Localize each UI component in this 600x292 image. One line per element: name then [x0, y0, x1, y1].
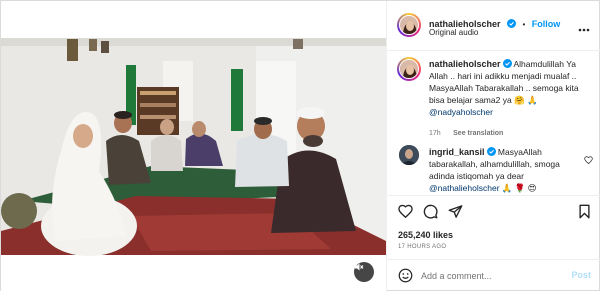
caption-meta: 17h See translation: [429, 122, 503, 140]
avatar-image: [399, 145, 419, 165]
header-separator: •: [522, 20, 526, 29]
video-frame: [1, 1, 386, 292]
comment-avatar[interactable]: [399, 145, 419, 165]
caption-emojis: 🤗 🙏: [514, 95, 538, 105]
likes-count[interactable]: 265,240 likes: [398, 230, 453, 240]
more-horizontal-icon: [578, 28, 590, 32]
verified-badge-icon: [502, 59, 512, 68]
comment-username[interactable]: ingrid_kansil: [429, 147, 485, 157]
follow-button[interactable]: Follow: [532, 19, 561, 29]
comment-emojis: 🙏 🌹 😍: [501, 183, 537, 193]
emoji-button[interactable]: [398, 268, 413, 288]
save-button[interactable]: [578, 204, 591, 224]
caption-avatar[interactable]: [399, 59, 419, 79]
caption-mention[interactable]: @nadyaholscher: [429, 107, 493, 117]
post-header: nathalieholscher • Follow Original audio: [387, 1, 600, 51]
verified-badge-icon: [506, 19, 516, 28]
heart-outline-icon: [584, 156, 593, 165]
more-options-button[interactable]: [578, 19, 590, 37]
like-button[interactable]: [398, 204, 413, 223]
bookmark-icon: [579, 204, 590, 219]
comment-input[interactable]: [421, 269, 566, 283]
post-side-panel: nathalieholscher • Follow Original audio: [386, 1, 600, 292]
caption-username[interactable]: nathalieholscher: [429, 59, 501, 69]
caption: nathalieholscher Alhamdulillah Ya Allah …: [429, 58, 593, 118]
instagram-post: nathalieholscher • Follow Original audio: [0, 0, 600, 292]
post-actions: 265,240 likes 17 HOURS AGO: [387, 195, 600, 259]
post-timestamp[interactable]: 17 HOURS AGO: [398, 244, 446, 250]
share-button[interactable]: [448, 204, 463, 224]
see-translation-button[interactable]: See translation: [453, 130, 503, 137]
paper-plane-icon: [448, 205, 463, 218]
comment-button[interactable]: [423, 204, 438, 224]
mute-button[interactable]: [354, 262, 374, 282]
heart-outline-icon: [398, 204, 413, 219]
caption-time[interactable]: 17h: [429, 130, 441, 137]
speaker-muted-icon: [355, 263, 364, 271]
post-video[interactable]: [1, 1, 386, 292]
smiley-icon: [398, 268, 413, 283]
verified-badge-icon: [486, 147, 496, 156]
post-button[interactable]: Post: [571, 270, 591, 280]
comment-bubble-icon: [423, 204, 438, 219]
comment: ingrid_kansil MasyaAllah tabarakallah, a…: [429, 146, 579, 194]
avatar[interactable]: [399, 15, 419, 35]
comment-mention[interactable]: @nathalieholscher: [429, 183, 500, 193]
audio-subtitle[interactable]: Original audio: [429, 28, 478, 37]
add-comment-bar: Post: [387, 259, 600, 292]
comment-like-button[interactable]: [584, 151, 593, 169]
comments-list: nathalieholscher Alhamdulillah Ya Allah …: [387, 51, 600, 195]
